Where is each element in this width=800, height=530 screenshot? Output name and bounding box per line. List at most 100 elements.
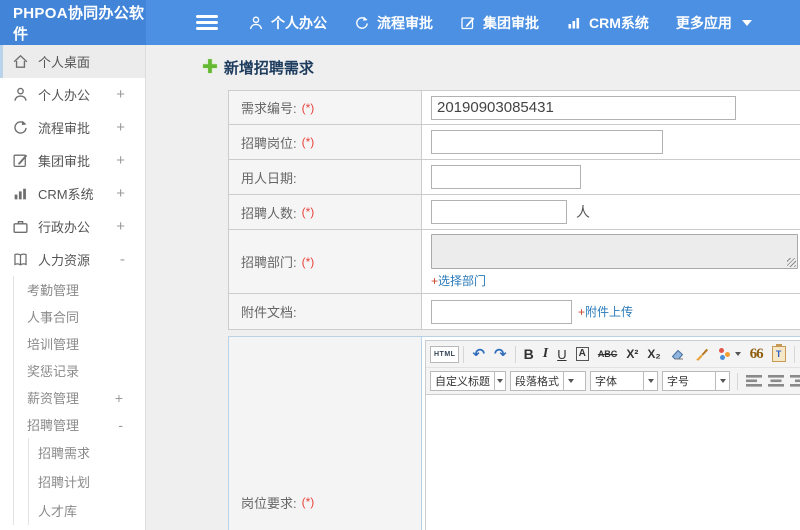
sidebar-item-process-approval[interactable]: 流程审批 + xyxy=(0,111,145,144)
sidebar-item-recruitment-demand[interactable]: 招聘需求 xyxy=(29,438,145,467)
nav-label: 更多应用 xyxy=(675,14,732,31)
expand-icon[interactable]: + xyxy=(116,153,125,168)
format-brush-button[interactable] xyxy=(690,344,713,364)
menu-toggle-icon[interactable] xyxy=(196,12,218,33)
undo-button[interactable]: ↶ xyxy=(468,344,489,364)
expand-icon[interactable]: + xyxy=(115,391,123,405)
sidebar-item-admin-office[interactable]: 行政办公 + xyxy=(0,210,145,243)
sidebar-item-reward-punishment[interactable]: 奖惩记录 xyxy=(14,357,145,384)
main-content: ✚ 新增招聘需求 需求编号: (*) 招聘岗位: (*) 用人日期: xyxy=(146,45,800,530)
sidebar-item-personnel-contract[interactable]: 人事合同 xyxy=(14,303,145,330)
clipboard-icon: T xyxy=(771,344,786,362)
sidebar-item-salary-mgmt[interactable]: 薪资管理 + xyxy=(14,384,145,411)
attachment-input[interactable] xyxy=(431,299,572,324)
redo-button[interactable]: ↷ xyxy=(490,344,511,364)
sidebar-item-label: 培训管理 xyxy=(27,337,80,352)
paste-as-text-button[interactable]: T xyxy=(768,344,790,364)
sidebar-item-training-mgmt[interactable]: 培训管理 xyxy=(14,330,145,357)
attachment-upload-link[interactable]: +附件上传 xyxy=(578,303,633,320)
expand-icon[interactable]: + xyxy=(116,87,125,102)
sidebar-item-label: 集团审批 xyxy=(38,154,91,169)
font-style-button[interactable]: A xyxy=(572,344,593,364)
expand-icon[interactable]: + xyxy=(116,186,125,201)
sidebar-item-talent-pool[interactable]: 人才库 xyxy=(29,496,145,525)
sidebar-item-recruitment-plan[interactable]: 招聘计划 xyxy=(29,467,145,496)
blockquote-button[interactable]: 66 xyxy=(746,344,767,364)
italic-button[interactable]: I xyxy=(539,344,552,364)
department-textarea[interactable] xyxy=(431,234,798,269)
align-right-button[interactable] xyxy=(789,373,800,389)
sidebar-item-recruitment-mgmt[interactable]: 招聘管理 - xyxy=(14,411,145,438)
nav-crm-system[interactable]: CRM系统 xyxy=(566,13,649,33)
field-label: 附件文档: xyxy=(241,305,297,320)
unit-label: 人 xyxy=(576,204,590,220)
expand-icon[interactable]: + xyxy=(116,120,125,135)
position-input[interactable] xyxy=(431,130,663,154)
underline-button[interactable]: U xyxy=(553,344,570,364)
align-left-button[interactable] xyxy=(745,373,763,389)
hr-submenu: 考勤管理 人事合同 培训管理 奖惩记录 薪资管理 + 招聘管理 - 招聘需求 招… xyxy=(13,276,145,525)
align-center-button[interactable] xyxy=(767,373,785,389)
sidebar-item-crm-system[interactable]: CRM系统 + xyxy=(0,177,145,210)
sidebar-item-label: CRM系统 xyxy=(38,187,94,202)
format-clear-button[interactable] xyxy=(714,344,745,364)
field-label: 招聘岗位: xyxy=(241,135,297,151)
nav-more-apps[interactable]: 更多应用 xyxy=(676,13,752,33)
resize-grip-icon[interactable] xyxy=(787,258,796,267)
employment-date-input[interactable] xyxy=(431,165,581,189)
nav-group-approval[interactable]: 集团审批 xyxy=(460,13,539,33)
form-row-attachment: 附件文档: +附件上传 xyxy=(229,294,800,329)
caret-down-icon xyxy=(734,352,741,356)
demand-number-input[interactable] xyxy=(431,95,736,120)
recruitment-demand-form: 需求编号: (*) 招聘岗位: (*) 用人日期: xyxy=(228,90,800,330)
editor-content[interactable] xyxy=(426,395,800,530)
home-icon xyxy=(12,53,29,70)
subscript-button[interactable]: X₂ xyxy=(643,344,664,364)
align-right-icon xyxy=(789,375,800,387)
html-source-button[interactable]: HTML xyxy=(430,345,460,363)
sidebar-item-group-approval[interactable]: 集团审批 + xyxy=(0,144,145,177)
add-icon: ✚ xyxy=(202,56,218,78)
font-size-select[interactable]: 字号 xyxy=(662,371,730,391)
sidebar-item-label: 薪资管理 xyxy=(27,391,80,406)
sidebar-item-label: 人事合同 xyxy=(27,310,80,325)
color-dots-icon xyxy=(718,347,732,361)
app-logo[interactable]: PHPOA协同办公软件 xyxy=(0,0,146,45)
sidebar-item-label: 流程审批 xyxy=(38,121,91,136)
sidebar-item-attendance-mgmt[interactable]: 考勤管理 xyxy=(14,276,145,303)
align-center-icon xyxy=(767,375,784,387)
edit-square-icon xyxy=(12,152,29,169)
custom-heading-select[interactable]: 自定义标题 xyxy=(430,371,506,391)
form-row-employment-date: 用人日期: xyxy=(229,160,800,195)
paragraph-format-select[interactable]: 段落格式 xyxy=(510,371,586,391)
sidebar: 个人桌面 个人办公 + 流程审批 + 集团审批 + CRM系统 + 行政办公 +… xyxy=(0,45,146,530)
font-family-select[interactable]: 字体 xyxy=(590,371,658,391)
select-department-link[interactable]: +选择部门 xyxy=(431,272,486,289)
headcount-input[interactable] xyxy=(431,200,567,224)
caret-down-icon xyxy=(719,379,726,383)
eraser-icon xyxy=(671,349,683,359)
sidebar-item-personal-desktop[interactable]: 个人桌面 xyxy=(0,45,145,78)
editor-toolbar-row2: 自定义标题 段落格式 字体 字号 xyxy=(426,368,800,395)
expand-icon[interactable]: + xyxy=(116,219,125,234)
superscript-button[interactable]: X² xyxy=(622,344,642,364)
collapse-icon[interactable]: - xyxy=(120,252,125,267)
sidebar-item-human-resources[interactable]: 人力资源 - xyxy=(0,243,145,276)
page-title: 新增招聘需求 xyxy=(223,59,314,77)
process-approval-icon xyxy=(354,15,370,31)
strikethrough-button[interactable]: ABC xyxy=(594,344,622,364)
field-label: 岗位要求: xyxy=(241,495,297,511)
sidebar-item-personal-office[interactable]: 个人办公 + xyxy=(0,78,145,111)
collapse-icon[interactable]: - xyxy=(118,418,123,432)
required-mark: (*) xyxy=(301,495,315,509)
eraser-button[interactable] xyxy=(666,344,689,364)
briefcase-icon xyxy=(12,218,29,235)
sidebar-item-label: 个人办公 xyxy=(38,88,91,103)
required-mark: (*) xyxy=(301,205,315,219)
nav-process-approval[interactable]: 流程审批 xyxy=(354,13,433,33)
top-nav: 个人办公 流程审批 集团审批 CRM系统 更多应用 xyxy=(248,13,752,33)
form-row-department: 招聘部门: (*) +选择部门 xyxy=(229,230,800,294)
bold-button[interactable]: B xyxy=(520,344,538,364)
toolbar-separator xyxy=(463,345,465,363)
nav-personal-office[interactable]: 个人办公 xyxy=(248,13,327,33)
